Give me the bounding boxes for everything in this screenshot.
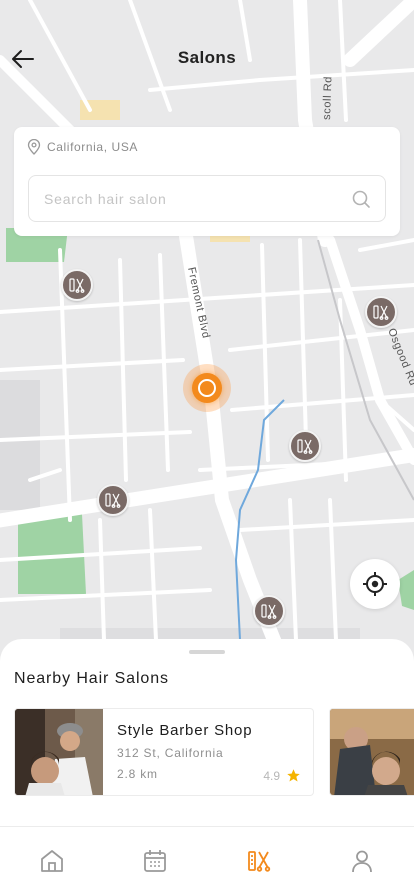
profile-icon — [352, 850, 373, 872]
salon-rating: 4.9 — [263, 768, 301, 783]
top-bar: Salons — [0, 0, 414, 116]
bottom-tab-bar — [0, 826, 414, 896]
location-label: California, USA — [47, 140, 139, 154]
salon-marker[interactable] — [253, 595, 285, 627]
calendar-icon — [144, 849, 167, 872]
search-card: California, USA — [14, 127, 400, 236]
salon-scissors-icon — [247, 850, 270, 872]
tab-bookings[interactable] — [104, 827, 208, 896]
salon-address: 312 St, California — [117, 746, 224, 760]
locate-me-button[interactable] — [350, 559, 400, 609]
salon-scissors-icon — [69, 278, 85, 293]
salon-marker[interactable] — [97, 484, 129, 516]
search-input[interactable] — [44, 190, 334, 207]
search-box[interactable] — [28, 175, 386, 222]
salon-scissors-icon — [105, 493, 121, 508]
salon-scissors-icon — [297, 439, 313, 454]
salon-photo — [15, 709, 103, 795]
tab-profile[interactable] — [311, 827, 414, 896]
sheet-drag-handle[interactable] — [189, 650, 225, 654]
location-selector[interactable]: California, USA — [27, 139, 138, 155]
salon-name: Style Barber Shop — [117, 722, 253, 739]
salon-photo — [330, 709, 414, 795]
salon-scissors-icon — [373, 305, 389, 320]
salon-marker[interactable] — [61, 269, 93, 301]
salon-marker[interactable] — [289, 430, 321, 462]
salon-card[interactable] — [329, 708, 414, 796]
salon-scissors-icon — [261, 604, 277, 619]
salon-card[interactable]: Style Barber Shop 312 St, California 2.8… — [14, 708, 314, 796]
rating-value: 4.9 — [263, 768, 280, 783]
nearby-sheet: Nearby Hair Salons Style Barber Shop 312 — [0, 639, 414, 829]
crosshair-icon — [363, 572, 387, 596]
salon-marker[interactable] — [365, 296, 397, 328]
search-icon[interactable] — [351, 189, 371, 209]
star-icon — [287, 769, 300, 782]
page-title: Salons — [177, 48, 237, 67]
section-title: Nearby Hair Salons — [14, 670, 169, 687]
tab-home[interactable] — [0, 827, 104, 896]
location-pin-icon — [27, 139, 41, 155]
tab-salons[interactable] — [207, 827, 311, 896]
current-location-marker — [183, 364, 231, 412]
salons-screen: Fremont Blvd Osgood Rd scoll Rd Salons C… — [0, 0, 414, 896]
home-icon — [40, 849, 63, 872]
